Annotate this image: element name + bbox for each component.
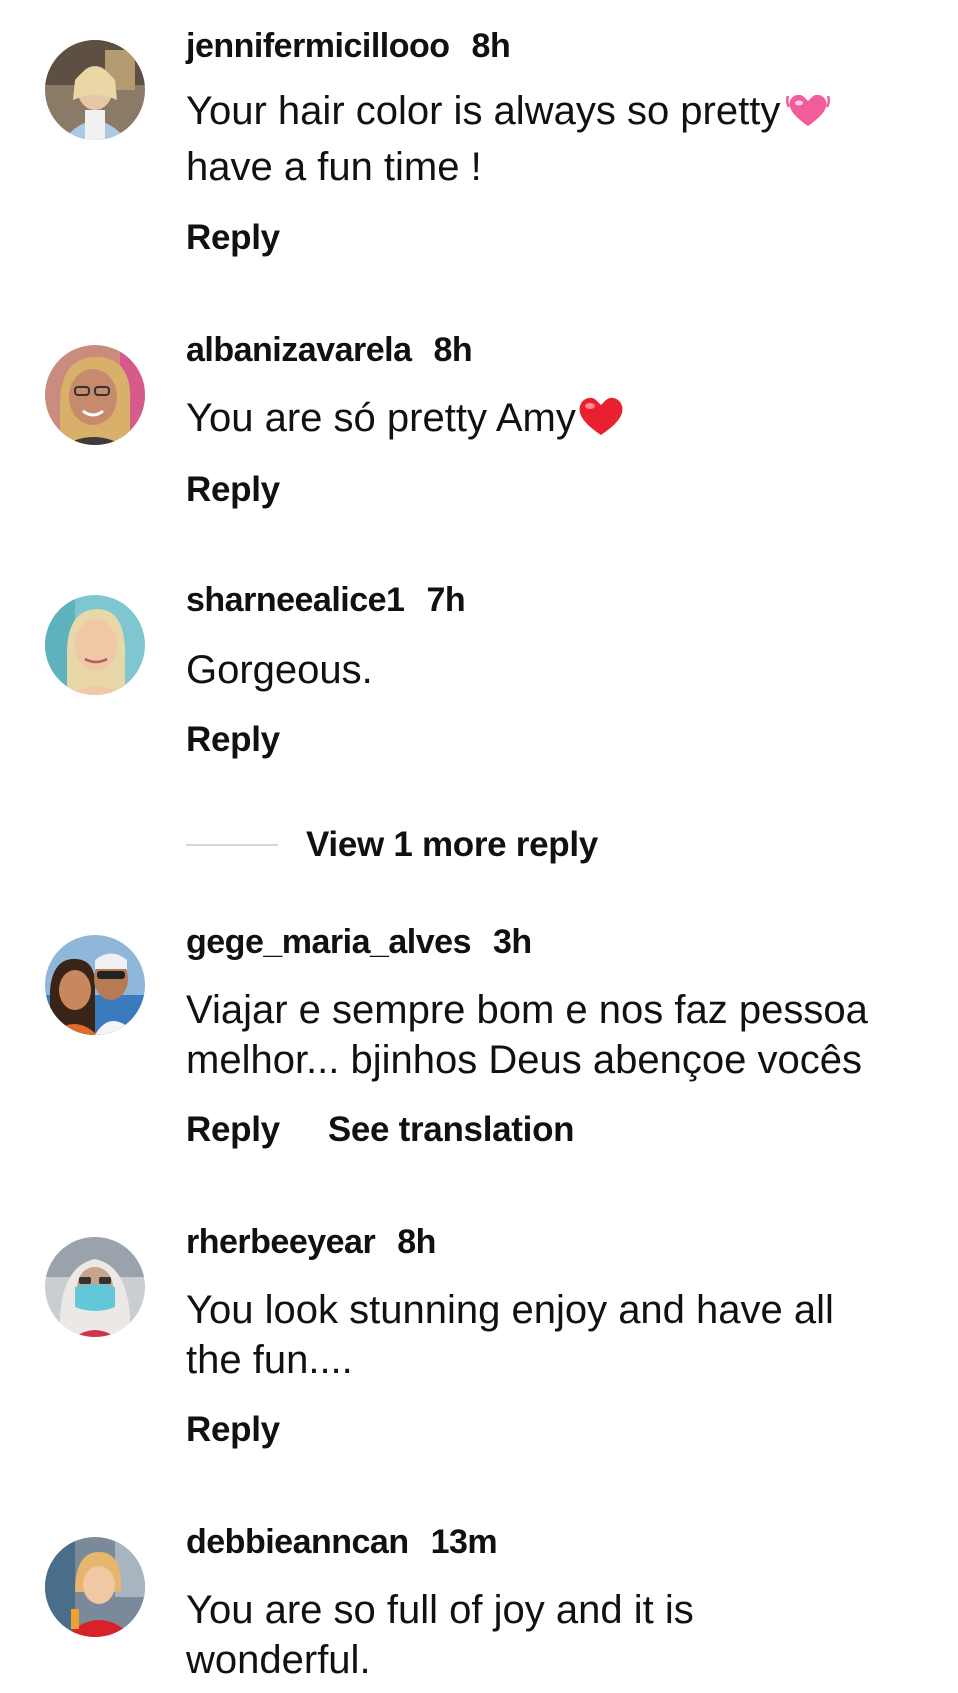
comment-text: Your hair color is always so pretty have… <box>186 86 926 192</box>
comment-text: You are só pretty Amy <box>186 393 926 449</box>
reply-button[interactable]: Reply <box>186 218 280 257</box>
comment-meta: albanizavarela 8h <box>186 330 473 370</box>
comment-line: Your hair color is always so pretty <box>186 89 781 133</box>
comment-line: wonderful. <box>186 1638 371 1682</box>
username[interactable]: jennifermicillooo <box>186 27 450 65</box>
comment-meta: rherbeeyear 8h <box>186 1222 436 1262</box>
comment-line: You are so full of joy and it is <box>186 1588 694 1632</box>
comment-line: Viajar e sempre bom e nos faz pessoa <box>186 988 868 1032</box>
comment-meta: gege_maria_alves 3h <box>186 922 532 962</box>
avatar[interactable] <box>45 345 145 445</box>
comment-actions: Reply <box>186 470 280 510</box>
comment-meta: jennifermicillooo 8h <box>186 26 511 66</box>
comment-line: have a fun time ! <box>186 145 482 189</box>
comment-text: Viajar e sempre bom e nos faz pessoa mel… <box>186 985 926 1085</box>
view-more-replies-label[interactable]: View 1 more reply <box>306 825 598 865</box>
view-more-replies[interactable]: View 1 more reply <box>186 820 598 870</box>
divider-line <box>186 844 278 846</box>
pink-heart-emoji <box>786 90 831 142</box>
comment-line: melhor... bjinhos Deus abençoe vocês <box>186 1038 862 1082</box>
username[interactable]: albanizavarela <box>186 331 412 369</box>
comment-text: Gorgeous. <box>186 645 926 695</box>
avatar[interactable] <box>45 595 145 695</box>
username[interactable]: rherbeeyear <box>186 1223 376 1261</box>
comment-actions: Reply See translation <box>186 1110 575 1150</box>
comment-meta: sharneealice1 7h <box>186 580 466 620</box>
timestamp: 7h <box>426 581 466 619</box>
username[interactable]: sharneealice1 <box>186 581 405 619</box>
reply-button[interactable]: Reply <box>186 470 280 509</box>
reply-button[interactable]: Reply <box>186 1110 280 1149</box>
comment-line: You look stunning enjoy and have all <box>186 1288 834 1332</box>
comment-meta: debbieanncan 13m <box>186 1522 498 1562</box>
username[interactable]: gege_maria_alves <box>186 923 471 961</box>
timestamp: 8h <box>397 1223 436 1261</box>
avatar[interactable] <box>45 935 145 1035</box>
timestamp: 3h <box>492 923 532 961</box>
comment-actions: Reply <box>186 1410 280 1450</box>
timestamp: 13m <box>430 1523 498 1561</box>
comment-text: You look stunning enjoy and have all the… <box>186 1285 926 1385</box>
avatar[interactable] <box>45 40 145 140</box>
comment-line: You are só pretty Amy <box>186 396 576 440</box>
avatar[interactable] <box>45 1537 145 1637</box>
timestamp: 8h <box>433 331 473 369</box>
comment-actions: Reply <box>186 218 280 258</box>
comment-line: Gorgeous. <box>186 648 373 692</box>
username[interactable]: debbieanncan <box>186 1523 409 1561</box>
reply-button[interactable]: Reply <box>186 720 280 759</box>
comment-text: You are so full of joy and it is wonderf… <box>186 1585 926 1685</box>
reply-button[interactable]: Reply <box>186 1410 280 1449</box>
timestamp: 8h <box>471 27 511 65</box>
comment-actions: Reply <box>186 720 280 760</box>
comment-line: the fun.... <box>186 1338 353 1382</box>
avatar[interactable] <box>45 1237 145 1337</box>
red-heart-emoji <box>576 393 626 449</box>
see-translation-button[interactable]: See translation <box>328 1110 575 1149</box>
